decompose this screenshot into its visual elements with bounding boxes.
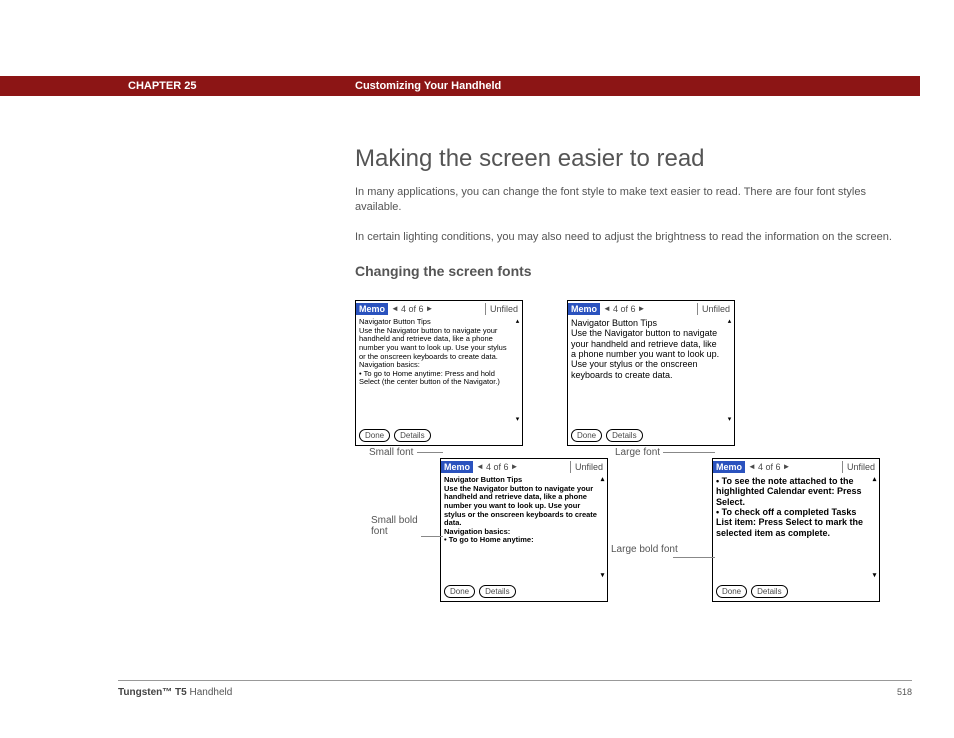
memo-line: Use the Navigator button to navigate you…	[444, 485, 597, 528]
intro-paragraph-2: In certain lighting conditions, you may …	[355, 230, 915, 245]
memo-nav: ◄ 4 of 6 ►	[745, 462, 793, 472]
memo-counter: 4 of 6	[401, 304, 424, 314]
memo-category[interactable]: Unfiled	[697, 303, 734, 315]
memo-line: • To see the note attached to the highli…	[716, 476, 869, 507]
chapter-title: Customizing Your Handheld	[355, 80, 501, 92]
memo-titlebar: Memo ◄ 4 of 6 ► Unfiled	[713, 459, 879, 474]
details-button[interactable]: Details	[606, 429, 642, 442]
scroll-down-icon[interactable]: ▾	[516, 416, 520, 424]
memo-body: Navigator Button Tips Use the Navigator …	[568, 316, 734, 426]
memo-screenshot-large-bold: Memo ◄ 4 of 6 ► Unfiled • To see the not…	[712, 458, 880, 602]
caption-small-font: Small font	[369, 447, 413, 458]
scroll-down-icon[interactable]: ▾	[728, 416, 732, 424]
scrollbar[interactable]: ▴ ▾	[871, 476, 878, 580]
caption-large-font: Large font	[615, 447, 660, 458]
memo-app-label: Memo	[713, 461, 745, 473]
memo-category[interactable]: Unfiled	[570, 461, 607, 473]
done-button[interactable]: Done	[359, 429, 390, 442]
memo-body: Navigator Button Tips Use the Navigator …	[356, 316, 522, 426]
chapter-label: CHAPTER 25	[128, 80, 196, 92]
memo-app-label: Memo	[441, 461, 473, 473]
done-button[interactable]: Done	[571, 429, 602, 442]
memo-counter: 4 of 6	[758, 462, 781, 472]
memo-screenshot-small-bold: Memo ◄ 4 of 6 ► Unfiled Navigator Button…	[440, 458, 608, 602]
scroll-up-icon[interactable]: ▴	[601, 476, 605, 484]
product-name-rest: Handheld	[187, 687, 233, 698]
leader-line	[673, 557, 715, 558]
details-button[interactable]: Details	[479, 585, 515, 598]
memo-category[interactable]: Unfiled	[842, 461, 879, 473]
memo-nav: ◄ 4 of 6 ►	[473, 462, 521, 472]
memo-screenshot-large: Memo ◄ 4 of 6 ► Unfiled Navigator Button…	[567, 300, 735, 446]
scroll-down-icon[interactable]: ▾	[873, 572, 877, 580]
product-name: Tungsten™ T5 Handheld	[118, 687, 232, 698]
done-button[interactable]: Done	[716, 585, 747, 598]
leader-line	[663, 452, 715, 453]
details-button[interactable]: Details	[751, 585, 787, 598]
memo-app-label: Memo	[356, 303, 388, 315]
scroll-up-icon[interactable]: ▴	[516, 318, 520, 326]
memo-body: Navigator Button Tips Use the Navigator …	[441, 474, 607, 582]
memo-counter: 4 of 6	[486, 462, 509, 472]
chapter-header: CHAPTER 25 Customizing Your Handheld	[0, 76, 920, 96]
memo-footer: Done Details	[441, 582, 607, 601]
scroll-up-icon[interactable]: ▴	[873, 476, 877, 484]
right-arrow-icon[interactable]: ►	[510, 462, 518, 471]
screenshots-group: Memo ◄ 4 of 6 ► Unfiled Navigator Button…	[355, 300, 915, 620]
intro-paragraph-1: In many applications, you can change the…	[355, 185, 915, 216]
right-arrow-icon[interactable]: ►	[637, 304, 645, 313]
scrollbar[interactable]: ▴ ▾	[726, 318, 733, 424]
memo-nav: ◄ 4 of 6 ►	[388, 304, 436, 314]
caption-large-bold-font: Large bold font	[611, 544, 681, 555]
scroll-up-icon[interactable]: ▴	[728, 318, 732, 326]
left-arrow-icon[interactable]: ◄	[603, 304, 611, 313]
memo-line: • To check off a completed Tasks List it…	[716, 507, 869, 538]
right-arrow-icon[interactable]: ►	[782, 462, 790, 471]
memo-app-label: Memo	[568, 303, 600, 315]
done-button[interactable]: Done	[444, 585, 475, 598]
memo-line: • To go to Home anytime: Press and hold …	[359, 370, 512, 387]
leader-line	[421, 536, 443, 537]
page-heading: Making the screen easier to read	[355, 145, 915, 173]
memo-screenshot-small: Memo ◄ 4 of 6 ► Unfiled Navigator Button…	[355, 300, 523, 446]
memo-titlebar: Memo ◄ 4 of 6 ► Unfiled	[356, 301, 522, 316]
memo-category[interactable]: Unfiled	[485, 303, 522, 315]
memo-footer: Done Details	[713, 582, 879, 601]
memo-footer: Done Details	[568, 426, 734, 445]
memo-footer: Done Details	[356, 426, 522, 445]
memo-line: Use the Navigator button to navigate you…	[359, 327, 512, 362]
memo-line: • To go to Home anytime:	[444, 536, 597, 545]
memo-line: Navigator Button Tips	[571, 318, 724, 328]
left-arrow-icon[interactable]: ◄	[391, 304, 399, 313]
leader-line	[417, 452, 443, 453]
left-arrow-icon[interactable]: ◄	[748, 462, 756, 471]
memo-titlebar: Memo ◄ 4 of 6 ► Unfiled	[441, 459, 607, 474]
left-arrow-icon[interactable]: ◄	[476, 462, 484, 471]
main-content: Making the screen easier to read In many…	[355, 145, 915, 289]
memo-nav: ◄ 4 of 6 ►	[600, 304, 648, 314]
details-button[interactable]: Details	[394, 429, 430, 442]
page-footer: Tungsten™ T5 Handheld 518	[118, 680, 912, 698]
scrollbar[interactable]: ▴ ▾	[599, 476, 606, 580]
scroll-down-icon[interactable]: ▾	[601, 572, 605, 580]
memo-counter: 4 of 6	[613, 304, 636, 314]
memo-line: Use the Navigator button to navigate you…	[571, 328, 724, 380]
right-arrow-icon[interactable]: ►	[425, 304, 433, 313]
caption-small-bold-font: Small bold font	[371, 515, 431, 537]
page-number: 518	[897, 687, 912, 698]
memo-titlebar: Memo ◄ 4 of 6 ► Unfiled	[568, 301, 734, 316]
product-name-bold: Tungsten™ T5	[118, 687, 187, 698]
scrollbar[interactable]: ▴ ▾	[514, 318, 521, 424]
section-heading: Changing the screen fonts	[355, 263, 915, 279]
memo-body: • To see the note attached to the highli…	[713, 474, 879, 582]
